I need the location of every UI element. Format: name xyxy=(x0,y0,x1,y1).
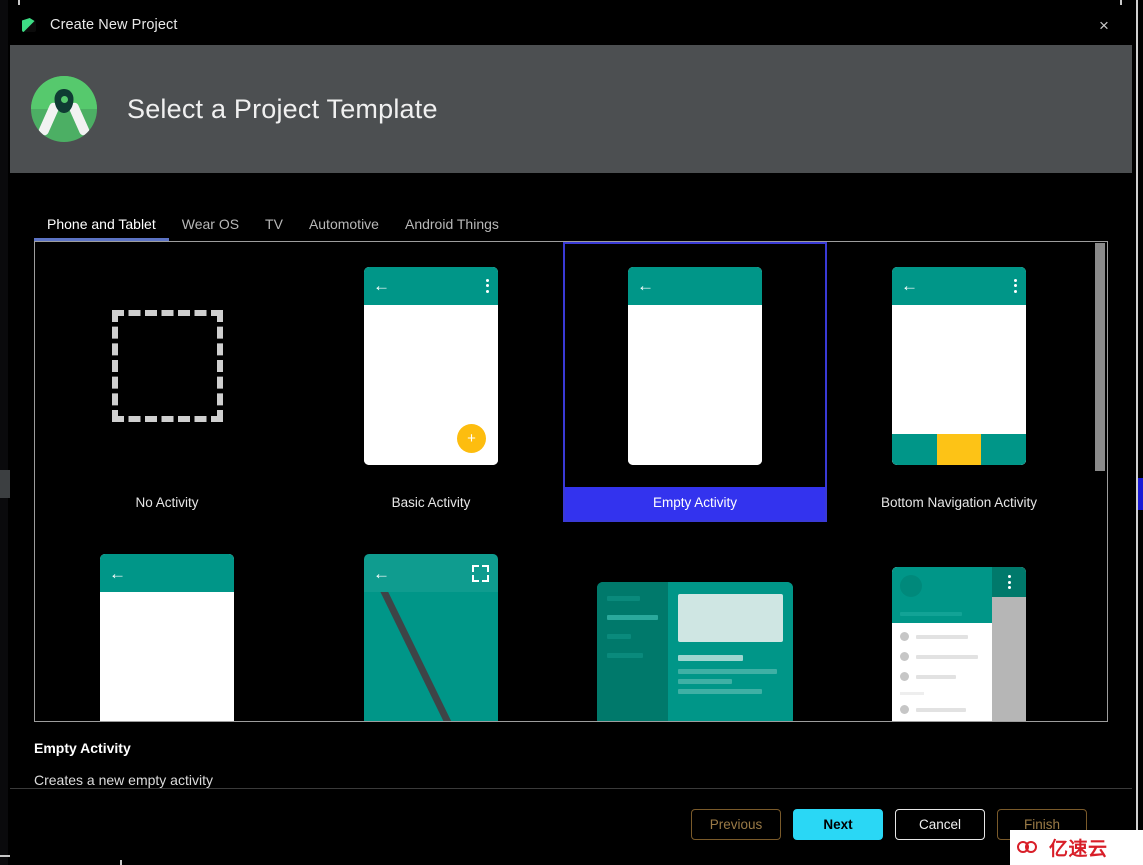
app-bar xyxy=(992,567,1026,597)
back-arrow-icon: ← xyxy=(373,276,390,295)
template-thumbnail-no-activity xyxy=(37,244,297,487)
drawer-menu-list xyxy=(892,623,992,721)
detail-image-placeholder xyxy=(677,593,783,642)
floating-action-button-icon: + xyxy=(457,423,486,453)
dialog-header: Select a Project Template xyxy=(10,45,1132,173)
overflow-menu-icon xyxy=(1014,278,1017,293)
drawer-scrim: + xyxy=(992,567,1026,721)
tab-tv[interactable]: TV xyxy=(252,216,296,241)
template-card-row2-3[interactable] xyxy=(563,522,827,721)
detail-pane xyxy=(667,581,793,721)
android-studio-logo xyxy=(31,76,97,142)
app-bar: ← xyxy=(364,266,498,305)
description-text: Creates a new empty activity xyxy=(34,772,213,788)
watermark-text: 亿速云 xyxy=(1049,839,1108,860)
template-label: Basic Activity xyxy=(391,495,471,510)
master-list-pane xyxy=(597,581,668,721)
list-item xyxy=(900,672,984,681)
phone-mockup: ← xyxy=(892,266,1026,465)
template-card-no-activity[interactable]: No Activity xyxy=(35,242,299,522)
tab-automotive[interactable]: Automotive xyxy=(296,216,392,241)
background-left-panel xyxy=(0,470,10,498)
template-card-row2-4[interactable]: + xyxy=(827,522,1091,721)
diagonal-line-decoration xyxy=(364,592,498,721)
watermark-logo-icon xyxy=(1017,838,1044,858)
app-bar: ← xyxy=(892,266,1026,305)
create-new-project-dialog: Create New Project × Select a Project Te… xyxy=(10,5,1132,860)
drawer-sheet xyxy=(892,567,992,721)
back-arrow-icon: ← xyxy=(637,276,654,295)
template-card-bottom-navigation-activity[interactable]: ← Bottom Navigation Activity xyxy=(827,242,1091,522)
template-card-empty-activity[interactable]: ← Empty Activity xyxy=(563,242,827,522)
template-description-panel: Empty Activity Creates a new empty activ… xyxy=(10,722,1132,788)
phone-mockup: ← xyxy=(628,266,762,465)
phone-content xyxy=(892,304,1026,465)
phone-mockup: ← xyxy=(364,554,498,721)
fullscreen-expand-icon xyxy=(472,564,489,582)
app-bar: ← xyxy=(100,554,234,592)
phone-content xyxy=(628,304,762,465)
template-card-basic-activity[interactable]: ← + Basic Activity xyxy=(299,242,563,522)
tab-phone-and-tablet[interactable]: Phone and Tablet xyxy=(34,216,169,241)
template-thumbnail-fullscreen: ← xyxy=(301,524,561,721)
overflow-menu-icon xyxy=(486,278,489,293)
tab-wear-os[interactable]: Wear OS xyxy=(169,216,252,241)
dialog-titlebar: Create New Project × xyxy=(10,5,1132,45)
template-thumbnail-row2-1: ← xyxy=(37,524,297,721)
template-thumbnail-navigation-drawer: + xyxy=(829,524,1089,721)
template-grid-container: No Activity ← + Basic Activity ← Empty A… xyxy=(34,241,1108,722)
app-bar: ← xyxy=(364,554,498,592)
dialog-footer: Previous Next Cancel Finish xyxy=(10,788,1132,860)
template-thumbnail-bottom-navigation: ← xyxy=(829,244,1089,487)
template-grid-scrollbar[interactable] xyxy=(1094,243,1106,720)
phone-mockup: ← xyxy=(100,554,234,721)
android-studio-icon xyxy=(22,17,38,33)
phone-mockup: ← + xyxy=(364,266,498,465)
phone-content xyxy=(364,592,498,721)
background-right-blue-marker xyxy=(1138,478,1143,510)
drawer-header xyxy=(892,567,992,623)
next-button[interactable]: Next xyxy=(793,809,883,840)
bottom-navigation-bar xyxy=(892,433,1026,465)
back-arrow-icon: ← xyxy=(373,563,390,583)
dashed-square-icon xyxy=(111,309,223,422)
phone-content: + xyxy=(364,304,498,465)
previous-button[interactable]: Previous xyxy=(691,809,781,840)
template-card-row2-1[interactable]: ← xyxy=(35,522,299,721)
template-grid: No Activity ← + Basic Activity ← Empty A… xyxy=(35,242,1092,721)
page-title: Select a Project Template xyxy=(127,93,438,124)
template-thumbnail-basic-activity: ← + xyxy=(301,244,561,487)
device-category-tabs: Phone and Tablet Wear OS TV Automotive A… xyxy=(10,195,1132,241)
app-bar: ← xyxy=(628,266,762,305)
description-title: Empty Activity xyxy=(34,740,131,756)
template-label: No Activity xyxy=(135,495,199,510)
avatar xyxy=(900,575,922,597)
template-label-selected: Empty Activity xyxy=(565,487,825,520)
template-thumbnail-master-detail xyxy=(565,524,825,721)
overflow-menu-icon xyxy=(1007,575,1011,589)
list-item xyxy=(900,652,984,661)
back-arrow-icon: ← xyxy=(901,276,918,295)
dialog-body: Phone and Tablet Wear OS TV Automotive A… xyxy=(10,173,1132,860)
drawer-divider xyxy=(900,692,924,695)
template-thumbnail-empty-activity: ← xyxy=(565,244,825,487)
tablet-mockup xyxy=(597,581,793,721)
dialog-title: Create New Project xyxy=(50,17,178,33)
template-label: Bottom Navigation Activity xyxy=(880,495,1038,510)
close-icon[interactable]: × xyxy=(1090,11,1118,39)
tab-android-things[interactable]: Android Things xyxy=(392,216,512,241)
cancel-button[interactable]: Cancel xyxy=(895,809,985,840)
background-right-outer-edge xyxy=(1136,0,1138,865)
navigation-drawer-mockup: + xyxy=(892,567,1026,721)
back-arrow-icon: ← xyxy=(109,563,126,583)
phone-content xyxy=(100,592,234,721)
template-card-row2-2[interactable]: ← xyxy=(299,522,563,721)
list-item xyxy=(900,632,984,641)
scrollbar-thumb[interactable] xyxy=(1095,243,1105,471)
background-left-strip xyxy=(0,0,8,865)
watermark: 亿速云 xyxy=(1010,830,1143,865)
list-item xyxy=(900,705,984,714)
